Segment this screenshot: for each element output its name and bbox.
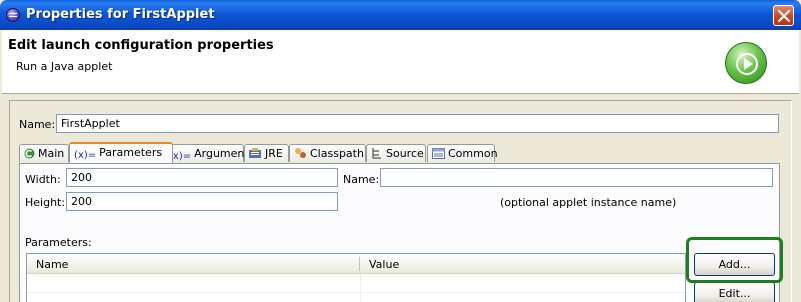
main-icon	[24, 148, 35, 162]
width-input[interactable]: 200	[66, 168, 338, 187]
tab-main[interactable]: Main	[19, 144, 69, 162]
tab-source-label: Source	[386, 147, 424, 160]
tab-jre-label: JRE	[265, 147, 283, 160]
column-separator[interactable]	[359, 257, 360, 271]
column-header-name[interactable]: Name	[36, 258, 68, 271]
jre-icon	[249, 148, 262, 162]
tab-classpath[interactable]: Classpath	[289, 144, 366, 162]
eclipse-icon	[6, 8, 20, 22]
parameters-table[interactable]: Name Value	[26, 253, 686, 302]
common-icon	[432, 148, 445, 162]
applet-name-hint: (optional applet instance name)	[500, 196, 677, 209]
source-icon	[371, 147, 383, 162]
tab-classpath-label: Classpath	[310, 147, 364, 160]
tab-parameters-label: Parameters	[99, 146, 163, 159]
tab-arguments[interactable]: (x)= Arguments	[164, 144, 254, 162]
config-name-label: Name:	[19, 118, 56, 131]
run-icon	[725, 42, 767, 84]
height-input[interactable]: 200	[66, 192, 338, 211]
tab-jre[interactable]: JRE	[244, 144, 289, 162]
close-icon	[778, 10, 790, 22]
config-name-input[interactable]: FirstApplet	[56, 114, 779, 133]
parameters-icon: (x)=	[74, 150, 97, 161]
window-title: Properties for FirstApplet	[26, 7, 215, 22]
classpath-icon	[294, 147, 307, 162]
parameters-label: Parameters:	[25, 236, 92, 249]
header-subtitle: Run a Java applet	[16, 60, 113, 73]
table-column-divider	[360, 274, 361, 302]
add-button-highlight	[686, 237, 783, 283]
applet-name-input[interactable]	[380, 168, 773, 187]
dialog-header: Edit launch configuration properties Run…	[2, 30, 799, 94]
table-header: Name Value	[27, 254, 685, 274]
width-label: Width:	[25, 173, 61, 186]
tab-main-label: Main	[38, 147, 65, 160]
column-header-value[interactable]: Value	[369, 258, 399, 271]
header-title: Edit launch configuration properties	[8, 38, 274, 53]
tab-parameters[interactable]: (x)= Parameters	[69, 142, 173, 163]
edit-button[interactable]: Edit...	[694, 282, 775, 302]
tab-source[interactable]: Source	[366, 144, 426, 162]
height-label: Height:	[25, 196, 66, 209]
close-button[interactable]	[773, 5, 794, 26]
table-row-divider	[27, 292, 685, 293]
window-title-bar[interactable]: Properties for FirstApplet	[0, 0, 801, 30]
tab-common[interactable]: Common	[427, 144, 498, 162]
tab-common-label: Common	[448, 147, 498, 160]
applet-name-label: Name:	[343, 173, 380, 186]
